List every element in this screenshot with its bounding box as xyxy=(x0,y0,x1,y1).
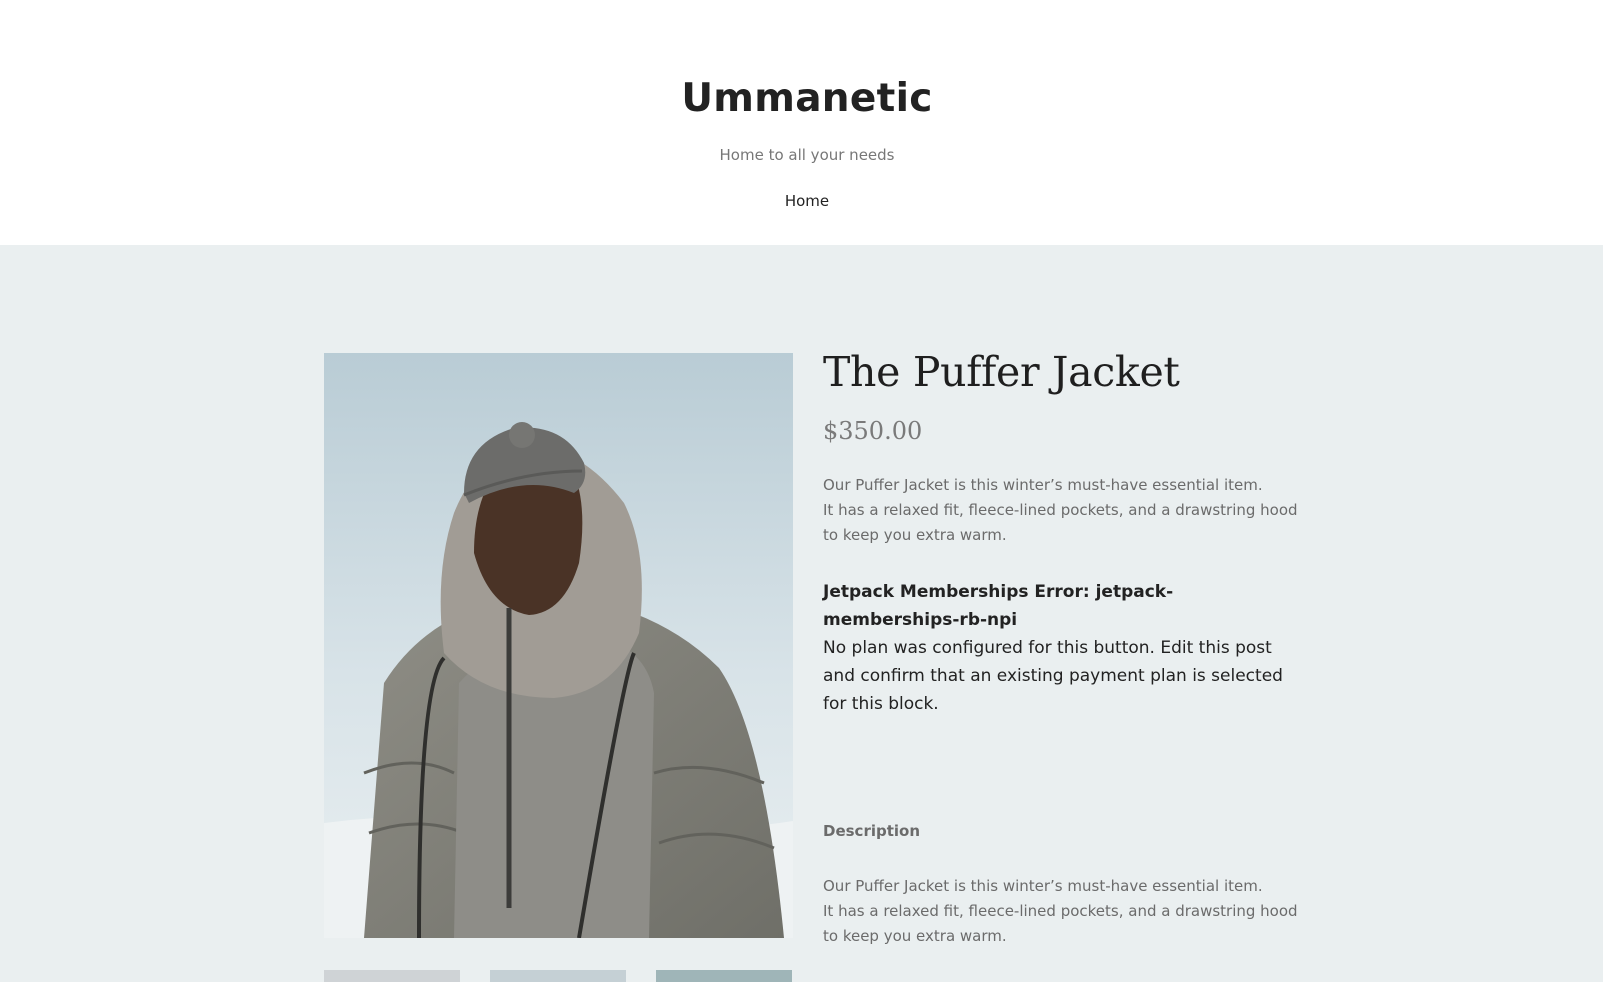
nav-home-link[interactable]: Home xyxy=(785,192,829,210)
product-short-description: Our Puffer Jacket is this winter’s must-… xyxy=(823,473,1298,548)
product-thumbnail[interactable] xyxy=(324,970,460,982)
product-thumbnail[interactable] xyxy=(656,970,792,982)
long-description-line: Our Puffer Jacket is this winter’s must-… xyxy=(823,877,1263,895)
long-description-line: It has a relaxed fit, fleece-lined pocke… xyxy=(823,902,1298,945)
product-main-image[interactable] xyxy=(324,353,793,938)
membership-error-notice: Jetpack Memberships Error: jetpack-membe… xyxy=(823,578,1298,718)
product-price: $350.00 xyxy=(823,417,923,445)
site-header: Ummanetic Home to all your needs Home xyxy=(0,0,1603,245)
product-thumbnail[interactable] xyxy=(490,970,626,982)
puffer-jacket-photo xyxy=(324,353,793,938)
product-thumbnails xyxy=(324,970,794,982)
short-description-line: Our Puffer Jacket is this winter’s must-… xyxy=(823,476,1263,494)
short-description-line: It has a relaxed fit, fleece-lined pocke… xyxy=(823,501,1298,544)
description-tab[interactable]: Description xyxy=(823,822,1298,840)
membership-error-title: Jetpack Memberships Error: jetpack-membe… xyxy=(823,582,1174,630)
main-navigation: Home xyxy=(0,191,1603,210)
product-long-description: Our Puffer Jacket is this winter’s must-… xyxy=(823,874,1298,949)
product-title: The Puffer Jacket xyxy=(823,348,1180,396)
site-title[interactable]: Ummanetic xyxy=(0,76,1603,121)
product-page: The Puffer Jacket $350.00 Our Puffer Jac… xyxy=(0,245,1603,982)
product-summary: The Puffer Jacket $350.00 Our Puffer Jac… xyxy=(823,347,1298,949)
membership-error-message: No plan was configured for this button. … xyxy=(823,638,1283,714)
site-tagline: Home to all your needs xyxy=(719,146,895,164)
